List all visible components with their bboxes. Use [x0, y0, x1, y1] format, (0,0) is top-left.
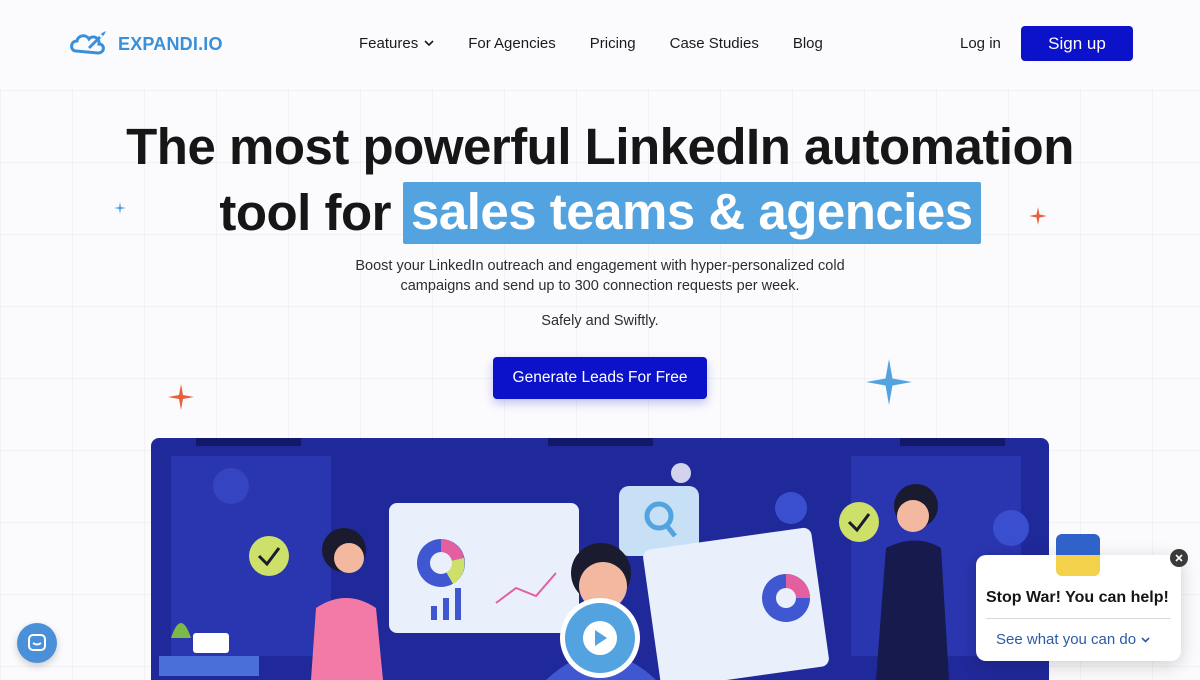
see-what-you-can-do-label: See what you can do: [996, 631, 1137, 648]
hero-title-highlight: sales teams & agencies: [402, 182, 981, 244]
sparkle-icon: [866, 359, 912, 405]
nav-features-label: Features: [359, 35, 419, 52]
site-header: EXPANDI.IO Features For Agencies Pricing…: [0, 0, 1200, 88]
main-nav: Features For Agencies Pricing Case Studi…: [359, 35, 823, 52]
login-link[interactable]: Log in: [960, 35, 1001, 52]
popup-close-button[interactable]: [1170, 549, 1188, 567]
chat-widget-button[interactable]: [17, 623, 57, 663]
nav-for-agencies-label: For Agencies: [468, 35, 556, 52]
logo[interactable]: EXPANDI.IO: [68, 29, 223, 59]
nav-blog[interactable]: Blog: [793, 35, 823, 52]
hero-title: The most powerful LinkedIn automation to…: [0, 114, 1200, 246]
chat-icon: [28, 634, 46, 651]
sparkle-icon: [168, 384, 194, 410]
see-what-you-can-do-link[interactable]: See what you can do: [996, 631, 1150, 648]
nav-case-studies-label: Case Studies: [669, 35, 759, 52]
hero-title-line2: tool for sales teams & agencies: [0, 180, 1200, 246]
nav-pricing-label: Pricing: [589, 35, 636, 52]
nav-blog-label: Blog: [792, 35, 823, 52]
nav-pricing[interactable]: Pricing: [590, 35, 636, 52]
hero-tagline: Safely and Swiftly.: [541, 313, 659, 329]
office-scene-illustration: [159, 438, 1029, 680]
chevron-down-icon: [424, 40, 434, 47]
hero-title-line1: The most powerful LinkedIn automation: [126, 118, 1074, 175]
rocket-logo-icon: [70, 31, 106, 55]
hero-illustration: [151, 438, 1049, 680]
hero-subtitle: Boost your LinkedIn outreach and engagem…: [355, 258, 845, 294]
close-icon: [1175, 554, 1183, 562]
play-button[interactable]: [560, 598, 640, 678]
chevron-down-icon: [1141, 636, 1150, 643]
hero-title-prefix: tool for: [219, 184, 391, 241]
stop-war-title: Stop War! You can help!: [986, 589, 1169, 606]
nav-for-agencies[interactable]: For Agencies: [468, 35, 556, 52]
logo-text: EXPANDI.IO: [118, 33, 223, 54]
popup-divider: [986, 618, 1171, 619]
sparkle-icon: [114, 202, 126, 214]
nav-case-studies[interactable]: Case Studies: [670, 35, 759, 52]
sparkle-icon: [1029, 207, 1047, 225]
generate-leads-button[interactable]: Generate Leads For Free: [493, 357, 707, 399]
ukraine-flag-icon: [1056, 534, 1100, 576]
nav-features[interactable]: Features: [359, 35, 434, 52]
signup-button[interactable]: Sign up: [1021, 26, 1133, 61]
